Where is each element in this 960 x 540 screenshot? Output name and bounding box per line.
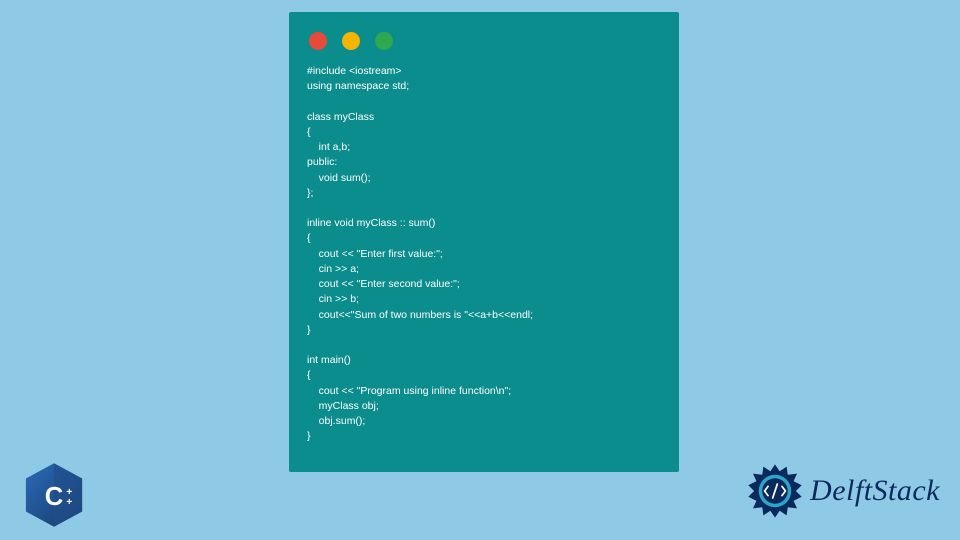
cpp-language-badge-icon: C + + — [22, 462, 86, 528]
gear-icon — [746, 462, 804, 520]
brand-name: DelftStack — [810, 474, 940, 508]
minimize-icon — [342, 32, 360, 50]
code-block: #include <iostream> using namespace std;… — [307, 64, 661, 444]
maximize-icon — [375, 32, 393, 50]
code-card: #include <iostream> using namespace std;… — [289, 12, 679, 472]
svg-text:C: C — [45, 483, 64, 511]
brand-logo: DelftStack — [746, 462, 940, 520]
close-icon — [309, 32, 327, 50]
window-traffic-lights — [307, 22, 661, 64]
svg-text:+: + — [66, 497, 72, 508]
